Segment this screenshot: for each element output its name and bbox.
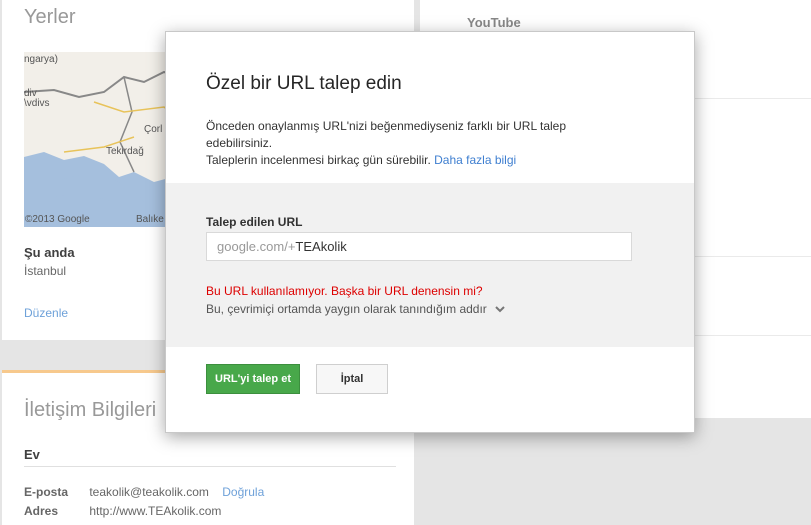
more-info-link[interactable]: Daha fazla bilgi bbox=[434, 153, 516, 167]
map-label-corlu: Çorl bbox=[144, 124, 163, 135]
dialog-description: Önceden onaylanmış URL'nizi beğenmediyse… bbox=[206, 118, 626, 169]
chevron-down-icon bbox=[495, 306, 505, 313]
contact-row-email: E-posta teakolik@teakolik.com Doğrula bbox=[24, 485, 264, 499]
url-prefix: google.com/+ bbox=[217, 239, 296, 254]
youtube-title: YouTube bbox=[467, 15, 521, 30]
custom-url-dialog: Özel bir URL talep edin Önceden onaylanm… bbox=[165, 31, 695, 433]
dialog-desc-line2-wrap: Taleplerin incelenmesi birkaç gün sürebi… bbox=[206, 152, 626, 169]
address-value: http://www.TEAkolik.com bbox=[89, 504, 222, 518]
requested-url-input[interactable]: google.com/+ TEAkolik bbox=[206, 232, 632, 261]
current-location-value: İstanbul bbox=[24, 264, 67, 278]
map[interactable]: ngarya) div \vdivs Çorl Tekirdağ ©2013 G… bbox=[24, 52, 184, 227]
reason-select-value: Bu, çevrimiçi ortamda yaygın olarak tanı… bbox=[206, 302, 487, 316]
reason-select[interactable]: Bu, çevrimiçi ortamda yaygın olarak tanı… bbox=[206, 302, 505, 316]
contact-divider bbox=[24, 466, 396, 467]
edit-places-link[interactable]: Düzenle bbox=[24, 306, 68, 320]
places-title: Yerler bbox=[24, 6, 76, 28]
dialog-title: Özel bir URL talep edin bbox=[206, 73, 402, 94]
cancel-button[interactable]: İptal bbox=[316, 364, 388, 394]
map-label-region: ngarya) bbox=[24, 54, 58, 65]
dialog-desc-line1: Önceden onaylanmış URL'nizi beğenmediyse… bbox=[206, 119, 567, 150]
map-label-tekirdag: Tekirdağ bbox=[106, 146, 144, 157]
address-label: Adres bbox=[24, 504, 59, 518]
url-form-section: Talep edilen URL google.com/+ TEAkolik Bu… bbox=[166, 183, 694, 347]
url-error-message: Bu URL kullanılamıyor. Başka bir URL den… bbox=[206, 284, 483, 298]
current-location-label: Şu anda bbox=[24, 245, 75, 260]
home-section-label: Ev bbox=[24, 447, 40, 462]
verify-email-link[interactable]: Doğrula bbox=[222, 485, 264, 499]
url-value[interactable]: TEAkolik bbox=[295, 239, 346, 254]
map-label-balikesir: Balıke bbox=[136, 214, 164, 225]
contact-row-address: Adres http://www.TEAkolik.com bbox=[24, 504, 221, 518]
map-graphic bbox=[24, 52, 184, 227]
dialog-desc-line2: Taleplerin incelenmesi birkaç gün sürebi… bbox=[206, 153, 431, 167]
email-value: teakolik@teakolik.com bbox=[89, 485, 209, 499]
request-url-button[interactable]: URL'yi talep et bbox=[206, 364, 300, 394]
contact-title: İletişim Bilgileri bbox=[24, 399, 157, 421]
map-label-divs: \vdivs bbox=[24, 98, 50, 109]
requested-url-label: Talep edilen URL bbox=[206, 215, 303, 229]
map-copyright: ©2013 Google bbox=[25, 214, 90, 225]
email-label: E-posta bbox=[24, 485, 69, 499]
